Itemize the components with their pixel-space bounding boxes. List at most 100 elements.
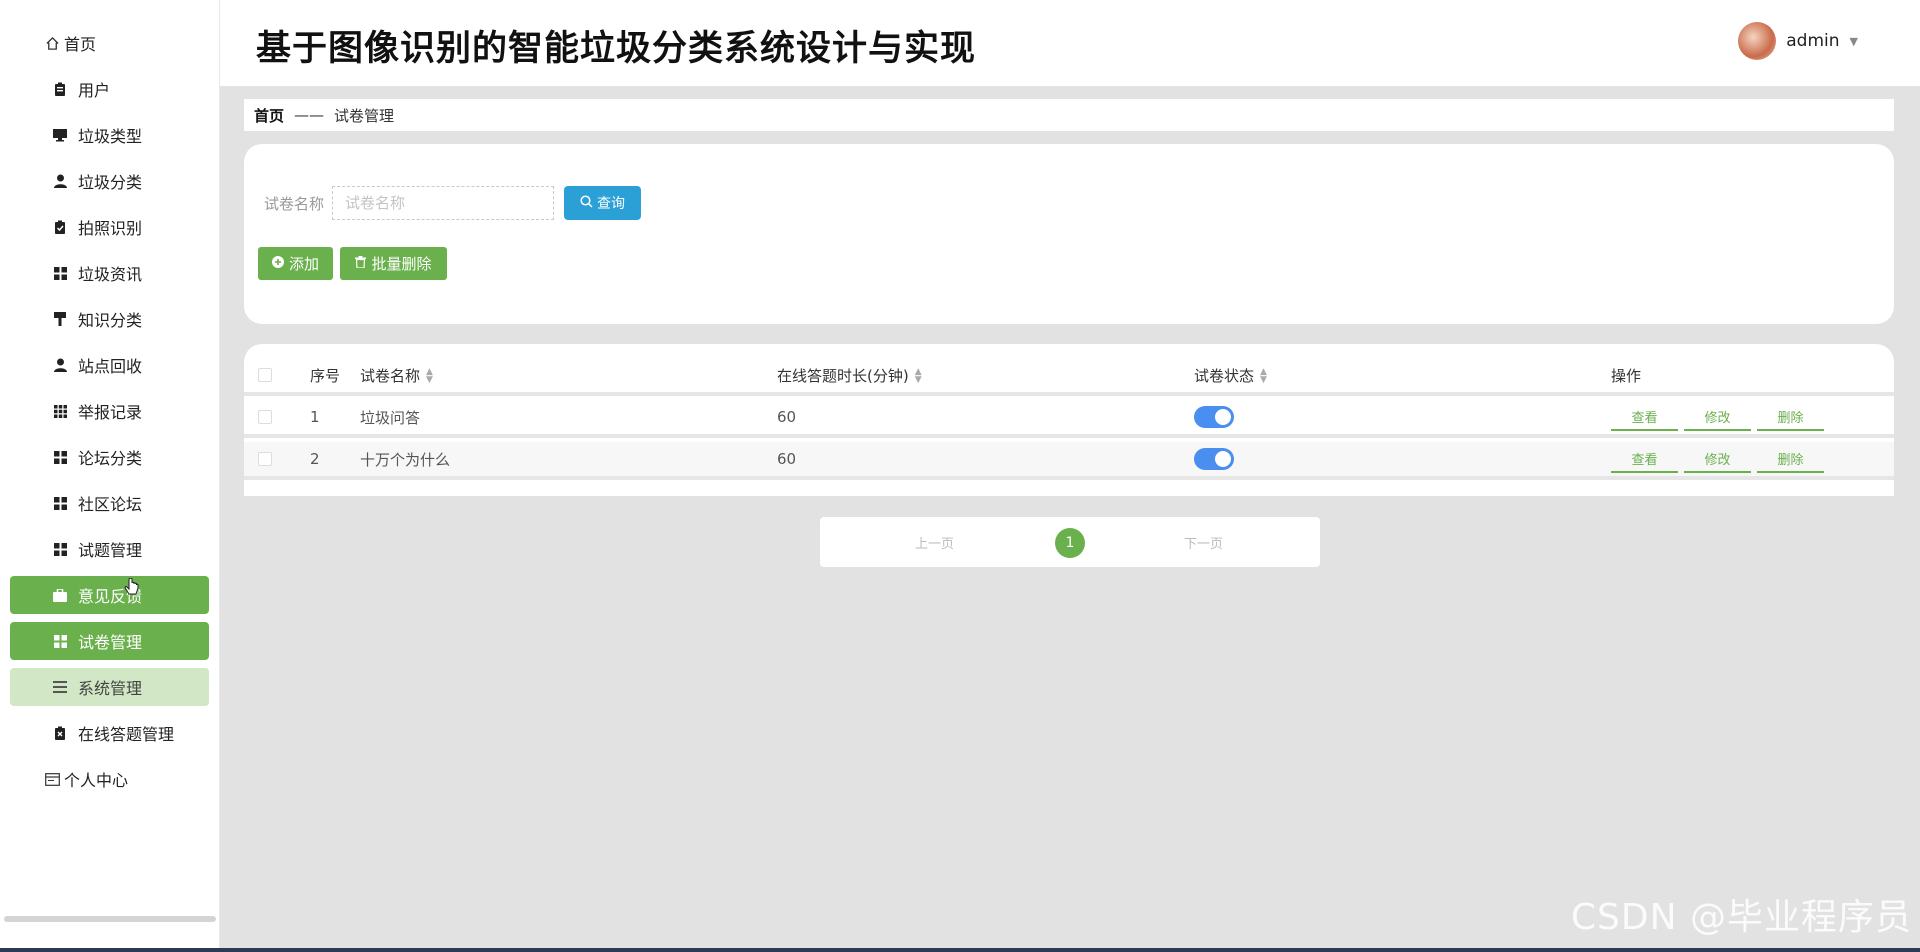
add-button-label: 添加 xyxy=(288,256,319,273)
header-name[interactable]: 试卷名称 ▲ ▼ xyxy=(360,365,777,386)
brush-icon xyxy=(52,311,68,327)
breadcrumb: 首页 —— 试卷管理 xyxy=(244,99,1894,131)
plus-circle-icon xyxy=(271,255,284,272)
sidebar-item-community-forum[interactable]: 社区论坛 xyxy=(10,484,209,522)
query-button-label: 查询 xyxy=(597,195,625,211)
home-icon xyxy=(44,35,60,51)
sidebar-item-question-management[interactable]: 试题管理 xyxy=(10,530,209,568)
view-button[interactable]: 查看 xyxy=(1611,445,1678,473)
grid-icon xyxy=(52,541,68,557)
table-row: 2 十万个为什么 60 查看 修改 删除 xyxy=(244,442,1894,480)
sidebar-item-garbage-category[interactable]: 垃圾分类 xyxy=(10,162,209,200)
sidebar-item-label: 论坛分类 xyxy=(78,449,143,468)
sidebar-item-label: 站点回收 xyxy=(78,357,143,376)
sidebar-item-label: 垃圾类型 xyxy=(78,127,143,146)
app-title: 基于图像识别的智能垃圾分类系统设计与实现 xyxy=(256,29,977,69)
edit-button[interactable]: 修改 xyxy=(1684,445,1751,473)
user-name[interactable]: admin xyxy=(1786,31,1839,51)
avatar[interactable] xyxy=(1738,22,1777,60)
sidebar-item-garbage-news[interactable]: 垃圾资讯 xyxy=(10,254,209,292)
sidebar-item-home[interactable]: 首页 xyxy=(10,24,209,62)
sidebar-item-label: 拍照识别 xyxy=(78,219,143,238)
breadcrumb-home[interactable]: 首页 xyxy=(254,105,284,126)
user-icon xyxy=(52,173,68,189)
sidebar-item-label: 个人中心 xyxy=(64,771,129,790)
sidebar-item-garbage-type[interactable]: 垃圾类型 xyxy=(10,116,209,154)
cursor-hand-icon xyxy=(124,577,140,602)
batch-delete-button[interactable]: 批量删除 xyxy=(340,247,447,280)
table-header: 序号 试卷名称 ▲ ▼ 在线答题时长(分钟) ▲ ▼ 试卷状态 ▲ ▼ 操作 xyxy=(244,358,1894,396)
edit-button[interactable]: 修改 xyxy=(1684,403,1751,431)
header-status-label: 试卷状态 xyxy=(1194,366,1255,385)
row-checkbox[interactable] xyxy=(258,452,272,466)
sort-icon[interactable]: ▲ ▼ xyxy=(915,368,922,385)
sidebar: 首页 用户 垃圾类型 垃圾分类 拍照识别 垃圾资讯 知识分类 站点回收 举报记录… xyxy=(0,0,220,952)
header-operations: 操作 xyxy=(1611,366,1642,385)
sidebar-item-feedback[interactable]: 意见反馈 xyxy=(10,576,209,614)
grid-icon xyxy=(52,633,68,649)
sidebar-item-knowledge-category[interactable]: 知识分类 xyxy=(10,300,209,338)
sidebar-item-photo-recognition[interactable]: 拍照识别 xyxy=(10,208,209,246)
header-duration[interactable]: 在线答题时长(分钟) ▲ ▼ xyxy=(777,365,1194,386)
caret-down-icon[interactable]: ▼ xyxy=(1850,35,1858,48)
sidebar-item-online-quiz-management[interactable]: 在线答题管理 xyxy=(10,714,209,752)
sidebar-item-label: 举报记录 xyxy=(78,403,143,422)
view-button[interactable]: 查看 xyxy=(1611,403,1678,431)
search-label: 试卷名称 xyxy=(264,195,325,213)
clipboard-check-icon xyxy=(52,219,68,235)
row-name: 垃圾问答 xyxy=(360,408,421,427)
add-button[interactable]: 添加 xyxy=(258,247,333,280)
select-all-checkbox[interactable] xyxy=(258,368,272,382)
sidebar-item-system-management[interactable]: 系统管理 xyxy=(10,668,209,706)
user-icon xyxy=(52,357,68,373)
row-checkbox[interactable] xyxy=(258,410,272,424)
bottom-strip xyxy=(0,948,1920,952)
briefcase-icon xyxy=(52,587,68,603)
sidebar-item-exam-paper-management[interactable]: 试卷管理 xyxy=(10,622,209,660)
grid-icon xyxy=(52,495,68,511)
search-input[interactable] xyxy=(332,186,554,220)
sidebar-item-personal-center[interactable]: 个人中心 xyxy=(10,760,209,798)
header-status[interactable]: 试卷状态 ▲ ▼ xyxy=(1194,365,1611,386)
sort-icon[interactable]: ▲ ▼ xyxy=(426,368,433,385)
grid-icon xyxy=(52,265,68,281)
toggle-knob xyxy=(1215,409,1231,425)
user-menu[interactable]: admin ▼ xyxy=(1738,22,1858,60)
sidebar-item-label: 在线答题管理 xyxy=(78,725,175,744)
sidebar-item-site-recycling[interactable]: 站点回收 xyxy=(10,346,209,384)
header-index: 序号 xyxy=(310,366,341,385)
status-toggle[interactable] xyxy=(1194,406,1234,428)
row-duration: 60 xyxy=(777,408,797,426)
clipboard-x-icon xyxy=(52,725,68,741)
row-index: 2 xyxy=(310,450,320,468)
header-duration-label: 在线答题时长(分钟) xyxy=(777,366,909,385)
current-page[interactable]: 1 xyxy=(1055,528,1085,558)
pagination: 上一页 1 下一页 xyxy=(820,517,1320,567)
sidebar-item-label: 系统管理 xyxy=(78,679,143,698)
list-icon xyxy=(52,679,68,695)
sort-icon[interactable]: ▲ ▼ xyxy=(1260,368,1267,385)
window-icon xyxy=(44,771,60,787)
search-icon xyxy=(580,195,593,211)
sidebar-scrollbar[interactable] xyxy=(4,916,216,922)
status-toggle[interactable] xyxy=(1194,448,1234,470)
watermark: CSDN @毕业程序员 xyxy=(1570,897,1912,938)
sidebar-item-label: 首页 xyxy=(64,35,97,54)
row-name: 十万个为什么 xyxy=(360,450,451,469)
next-page-button[interactable]: 下一页 xyxy=(1184,533,1223,552)
sidebar-item-label: 社区论坛 xyxy=(78,495,143,514)
sidebar-item-user[interactable]: 用户 xyxy=(10,70,209,108)
clipboard-icon xyxy=(52,81,68,97)
delete-button[interactable]: 删除 xyxy=(1757,403,1824,431)
sidebar-item-report-records[interactable]: 举报记录 xyxy=(10,392,209,430)
sidebar-item-label: 垃圾资讯 xyxy=(78,265,143,284)
sidebar-item-forum-category[interactable]: 论坛分类 xyxy=(10,438,209,476)
trash-icon xyxy=(355,255,367,272)
delete-button[interactable]: 删除 xyxy=(1757,445,1824,473)
header-name-label: 试卷名称 xyxy=(360,366,421,385)
sidebar-item-label: 试题管理 xyxy=(78,541,143,560)
sidebar-item-label: 垃圾分类 xyxy=(78,173,143,192)
prev-page-button[interactable]: 上一页 xyxy=(915,533,954,552)
data-table: 序号 试卷名称 ▲ ▼ 在线答题时长(分钟) ▲ ▼ 试卷状态 ▲ ▼ 操作 1 垃圾问答 … xyxy=(244,344,1894,496)
query-button[interactable]: 查询 xyxy=(564,186,641,220)
